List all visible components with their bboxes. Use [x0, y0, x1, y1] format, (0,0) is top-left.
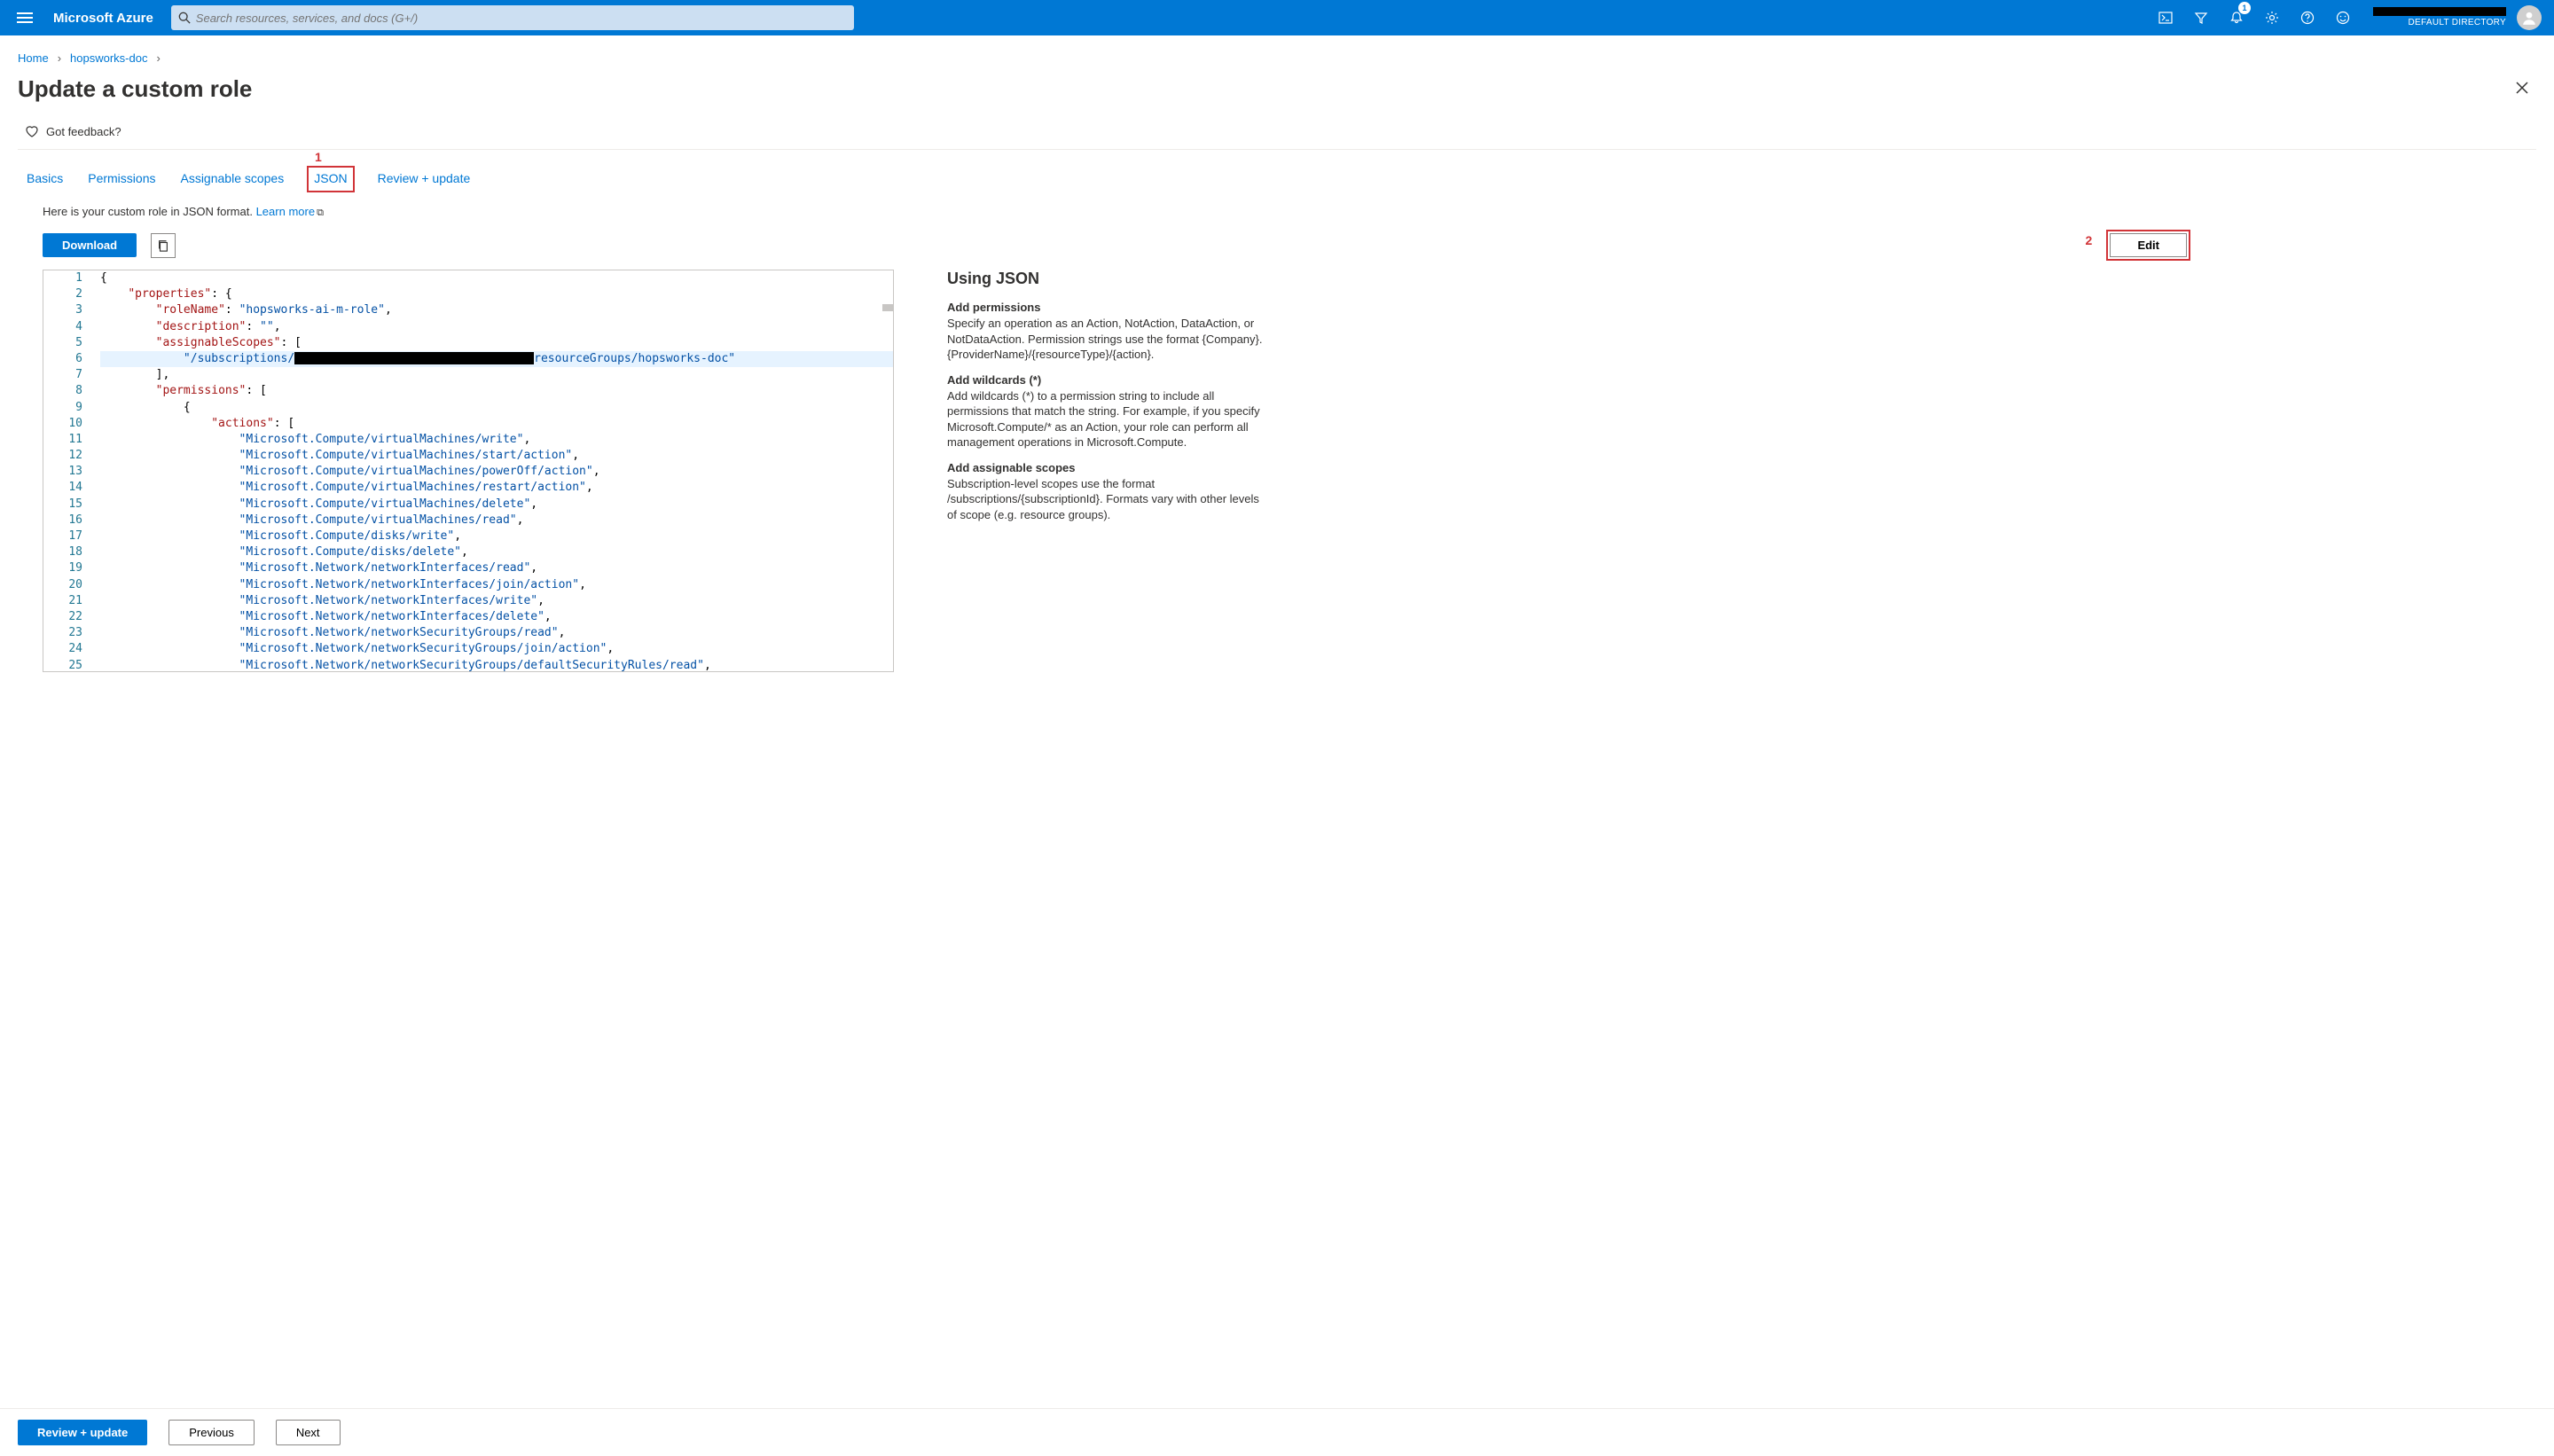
help-heading: Add wildcards (*)	[947, 373, 1266, 387]
search-box[interactable]	[171, 5, 854, 30]
notification-badge: 1	[2238, 2, 2251, 14]
next-button[interactable]: Next	[276, 1420, 341, 1445]
breadcrumb: Home › hopsworks-doc ›	[18, 46, 2536, 70]
edit-button[interactable]: Edit	[2110, 233, 2187, 257]
menu-icon[interactable]	[7, 0, 43, 35]
breadcrumb-item[interactable]: hopsworks-doc	[70, 51, 147, 65]
editor-code: { "properties": { "roleName": "hopsworks…	[97, 270, 893, 672]
editor-toolbar: Download 2 Edit	[18, 230, 2536, 270]
footer-bar: Review + update Previous Next	[0, 1408, 2554, 1456]
heart-icon	[25, 124, 39, 138]
cloud-shell-icon[interactable]	[2148, 0, 2183, 35]
subheading: Here is your custom role in JSON format.…	[18, 192, 2536, 230]
page-content: Home › hopsworks-doc › Update a custom r…	[0, 35, 2554, 672]
tab-basics[interactable]: Basics	[25, 166, 65, 192]
callout-number-2: 2	[2085, 233, 2092, 247]
directory-label: DEFAULT DIRECTORY	[2409, 18, 2507, 28]
help-heading: Add assignable scopes	[947, 461, 1266, 474]
external-link-icon: ⧉	[317, 207, 324, 218]
account-block[interactable]: DEFAULT DIRECTORY	[2361, 7, 2511, 28]
avatar-icon[interactable]	[2517, 5, 2542, 30]
help-text: Subscription-level scopes use the format…	[947, 476, 1266, 523]
settings-icon[interactable]	[2254, 0, 2290, 35]
edit-highlight-box: Edit	[2106, 230, 2190, 261]
review-update-button[interactable]: Review + update	[18, 1420, 147, 1445]
feedback-label: Got feedback?	[46, 125, 121, 138]
tab-assignable-scopes[interactable]: Assignable scopes	[178, 166, 286, 192]
tabs: Basics Permissions Assignable scopes JSON Re…	[18, 155, 2536, 192]
breadcrumb-item[interactable]: Home	[18, 51, 49, 65]
previous-button[interactable]: Previous	[168, 1420, 255, 1445]
brand-label[interactable]: Microsoft Azure	[43, 11, 171, 26]
chevron-right-icon: ›	[156, 51, 160, 65]
feedback-smile-icon[interactable]	[2325, 0, 2361, 35]
search-icon	[178, 12, 191, 24]
filter-icon[interactable]	[2183, 0, 2219, 35]
editor-gutter: 1234567891011121314151617181920212223242…	[43, 270, 97, 672]
notifications-icon[interactable]: 1	[2219, 0, 2254, 35]
tab-permissions[interactable]: Permissions	[86, 166, 157, 192]
tab-json[interactable]: JSON	[307, 166, 354, 192]
tab-review-update[interactable]: Review + update	[376, 166, 473, 192]
help-heading: Add permissions	[947, 301, 1266, 314]
chevron-right-icon: ›	[58, 51, 61, 65]
help-title: Using JSON	[947, 270, 1266, 288]
feedback-link[interactable]: Got feedback?	[18, 105, 2536, 150]
callout-number-1: 1	[315, 150, 322, 164]
help-icon[interactable]	[2290, 0, 2325, 35]
download-button[interactable]: Download	[43, 233, 137, 257]
header-right: 1 DEFAULT DIRECTORY	[2148, 0, 2547, 35]
copy-icon[interactable]	[151, 233, 176, 258]
top-header: Microsoft Azure 1 DEFAULT DIRECTORY	[0, 0, 2554, 35]
json-editor[interactable]: 1234567891011121314151617181920212223242…	[43, 270, 894, 672]
help-text: Add wildcards (*) to a permission string…	[947, 388, 1266, 450]
help-panel: Using JSON Add permissions Specify an ope…	[947, 270, 1266, 672]
help-text: Specify an operation as an Action, NotAc…	[947, 316, 1266, 363]
learn-more-link[interactable]: Learn more	[256, 205, 315, 218]
account-name-redacted	[2373, 7, 2506, 16]
search-input[interactable]	[196, 12, 847, 25]
close-icon[interactable]	[2508, 74, 2536, 105]
page-title: Update a custom role	[18, 75, 252, 103]
